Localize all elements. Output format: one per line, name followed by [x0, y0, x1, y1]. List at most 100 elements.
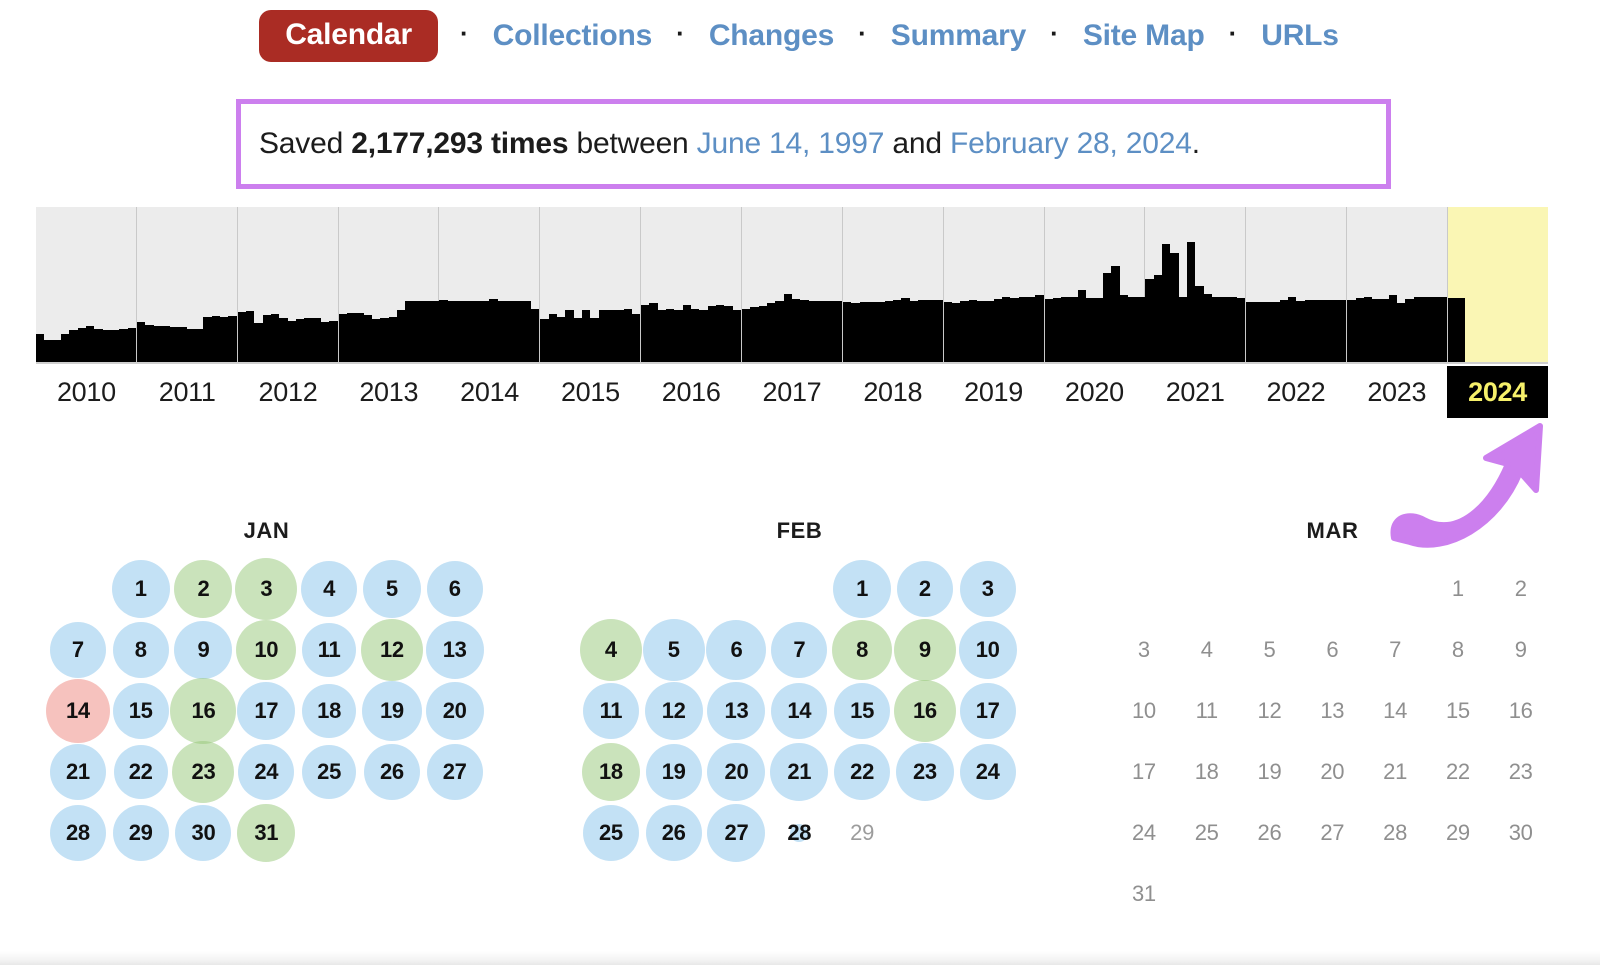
year-label-2022[interactable]: 2022 — [1246, 366, 1347, 418]
calendar-day-cell[interactable]: 27 — [705, 802, 768, 863]
calendar-day-number[interactable]: 18 — [599, 759, 623, 785]
calendar-day-number[interactable]: 4 — [605, 637, 617, 663]
calendar-day-number[interactable]: 27 — [725, 820, 749, 846]
calendar-day-cell[interactable]: 26 — [642, 802, 705, 863]
calendar-day-cell[interactable]: 18 — [298, 680, 361, 741]
calendar-day-cell[interactable]: 31 — [235, 802, 298, 863]
calendar-day-number[interactable]: 8 — [856, 637, 868, 663]
calendar-day-cell[interactable]: 9 — [172, 619, 235, 680]
calendar-day-cell[interactable]: 24 — [956, 741, 1019, 802]
calendar-day-number[interactable]: 15 — [850, 698, 874, 724]
year-column-2013[interactable] — [338, 207, 440, 362]
calendar-day-number[interactable]: 2 — [919, 576, 931, 602]
calendar-day-cell[interactable]: 7 — [47, 619, 110, 680]
year-column-2016[interactable] — [641, 207, 743, 362]
year-label-2010[interactable]: 2010 — [36, 366, 137, 418]
calendar-day-cell[interactable]: 15 — [109, 680, 172, 741]
calendar-day-cell[interactable]: 28 — [47, 802, 110, 863]
year-column-2020[interactable] — [1044, 207, 1146, 362]
calendar-day-number[interactable]: 17 — [976, 698, 1000, 724]
year-column-2011[interactable] — [136, 207, 238, 362]
year-column-2017[interactable] — [742, 207, 843, 362]
year-column-2021[interactable] — [1145, 207, 1247, 362]
calendar-day-cell[interactable]: 22 — [831, 741, 894, 802]
year-column-2012[interactable] — [237, 207, 339, 362]
calendar-day-cell[interactable]: 10 — [235, 619, 298, 680]
calendar-day-cell[interactable]: 20 — [423, 680, 486, 741]
calendar-day-number[interactable]: 3 — [260, 576, 272, 602]
year-column-2023[interactable] — [1347, 207, 1449, 362]
calendar-day-number[interactable]: 15 — [129, 698, 153, 724]
calendar-day-number[interactable]: 6 — [731, 637, 743, 663]
calendar-day-number[interactable]: 31 — [254, 820, 278, 846]
calendar-day-cell[interactable]: 12 — [360, 618, 423, 681]
calendar-day-cell[interactable]: 19 — [360, 680, 423, 741]
calendar-day-cell[interactable]: 15 — [831, 680, 894, 741]
calendar-day-cell[interactable]: 6 — [423, 558, 486, 619]
calendar-day-number[interactable]: 19 — [662, 759, 686, 785]
calendar-day-cell[interactable]: 16 — [893, 679, 956, 742]
calendar-day-cell[interactable]: 22 — [109, 741, 172, 802]
calendar-day-cell[interactable]: 30 — [172, 802, 235, 863]
calendar-day-number[interactable]: 14 — [787, 698, 811, 724]
calendar-day-cell[interactable]: 3 — [956, 558, 1019, 619]
year-histogram-chart[interactable] — [36, 207, 1548, 364]
calendar-day-cell[interactable]: 19 — [642, 741, 705, 802]
calendar-day-cell[interactable]: 21 — [47, 741, 110, 802]
year-label-2019[interactable]: 2019 — [943, 366, 1044, 418]
calendar-day-cell[interactable]: 1 — [831, 558, 894, 619]
banner-start-date-link[interactable]: June 14, 1997 — [697, 127, 885, 160]
calendar-day-cell[interactable]: 11 — [580, 680, 643, 741]
nav-item-summary[interactable]: Summary — [889, 20, 1028, 52]
calendar-day-cell[interactable]: 14 — [768, 680, 831, 741]
calendar-day-cell[interactable]: 26 — [360, 741, 423, 802]
calendar-day-cell[interactable]: 8 — [831, 619, 894, 680]
nav-item-urls[interactable]: URLs — [1259, 20, 1341, 52]
year-label-2018[interactable]: 2018 — [842, 366, 943, 418]
calendar-day-cell[interactable]: 3 — [235, 557, 298, 620]
calendar-day-number[interactable]: 11 — [600, 698, 623, 724]
calendar-day-cell[interactable]: 27 — [423, 741, 486, 802]
nav-item-calendar[interactable]: Calendar — [259, 10, 438, 62]
calendar-day-number[interactable]: 27 — [443, 759, 467, 785]
calendar-day-number[interactable]: 30 — [192, 820, 216, 846]
year-label-2014[interactable]: 2014 — [439, 366, 540, 418]
calendar-day-cell[interactable]: 10 — [956, 619, 1019, 680]
banner-end-date-link[interactable]: February 28, 2024 — [950, 127, 1192, 160]
year-label-2015[interactable]: 2015 — [540, 366, 641, 418]
calendar-day-number[interactable]: 20 — [443, 698, 467, 724]
calendar-day-number[interactable]: 4 — [323, 576, 335, 602]
calendar-day-cell[interactable]: 16 — [170, 677, 237, 744]
year-column-2022[interactable] — [1246, 207, 1348, 362]
calendar-day-cell[interactable]: 5 — [642, 618, 705, 681]
calendar-day-cell[interactable]: 23 — [893, 741, 956, 802]
calendar-day-cell[interactable]: 13 — [423, 619, 486, 680]
year-column-2019[interactable] — [943, 207, 1045, 362]
year-column-2018[interactable] — [842, 207, 944, 362]
calendar-day-number[interactable]: 3 — [982, 576, 994, 602]
calendar-day-number[interactable]: 22 — [129, 759, 153, 785]
calendar-day-number[interactable]: 26 — [380, 759, 404, 785]
calendar-day-cell[interactable]: 2 — [893, 558, 956, 619]
calendar-day-cell[interactable]: 25 — [298, 741, 361, 802]
year-column-2014[interactable] — [439, 207, 541, 362]
calendar-day-cell[interactable]: 17 — [956, 680, 1019, 741]
calendar-day-cell[interactable]: 21 — [768, 741, 831, 802]
calendar-day-number[interactable]: 13 — [725, 698, 749, 724]
calendar-day-cell[interactable]: 23 — [172, 740, 235, 803]
calendar-day-cell[interactable]: 14 — [45, 678, 110, 743]
calendar-day-cell[interactable]: 4 — [579, 618, 643, 681]
calendar-day-cell[interactable]: 8 — [109, 619, 172, 680]
calendar-day-number[interactable]: 12 — [662, 698, 686, 724]
calendar-day-number[interactable]: 7 — [72, 637, 84, 663]
year-label-2013[interactable]: 2013 — [338, 366, 439, 418]
calendar-day-cell[interactable]: 13 — [705, 680, 768, 741]
year-label-2024[interactable]: 2024 — [1447, 366, 1548, 418]
calendar-day-number[interactable]: 26 — [662, 820, 686, 846]
calendar-day-cell[interactable]: 11 — [298, 619, 361, 680]
calendar-day-number[interactable]: 16 — [913, 698, 937, 724]
calendar-day-number[interactable]: 29 — [129, 820, 153, 846]
calendar-day-number[interactable]: 1 — [856, 576, 868, 602]
calendar-day-cell[interactable]: 12 — [642, 680, 705, 741]
calendar-day-number[interactable]: 17 — [254, 698, 278, 724]
